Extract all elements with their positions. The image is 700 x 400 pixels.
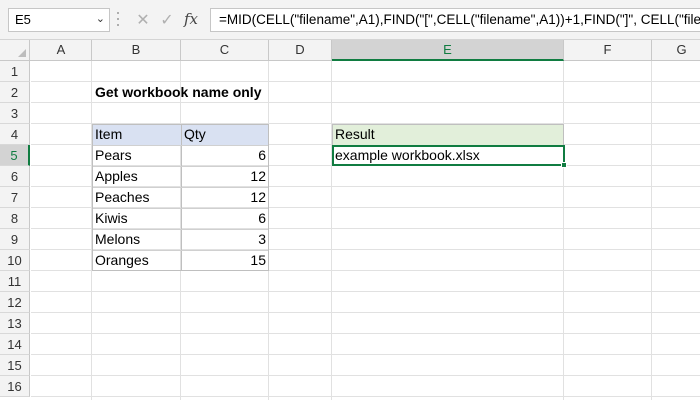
row-header-16[interactable]: 16: [0, 376, 30, 397]
select-all-icon: [18, 49, 26, 57]
column-header-row: A B C D E F G: [0, 40, 700, 61]
row-header-3[interactable]: 3: [0, 103, 30, 124]
row-header-8[interactable]: 8: [0, 208, 30, 229]
column-header-g[interactable]: G: [652, 40, 700, 60]
row-header-1[interactable]: 1: [0, 61, 30, 82]
formula-text: =MID(CELL("filename",A1),FIND("[",CELL("…: [219, 12, 700, 27]
row-header-11[interactable]: 11: [0, 271, 30, 292]
row-header-10[interactable]: 10: [0, 250, 30, 271]
column-header-a[interactable]: A: [31, 40, 92, 60]
formula-bar: E5 ⌄ ✕ ✓ fx =MID(CELL("filename",A1),FIN…: [0, 0, 700, 40]
enter-icon[interactable]: ✓: [158, 10, 176, 30]
row-header-4[interactable]: 4: [0, 124, 30, 145]
column-header-d[interactable]: D: [269, 40, 332, 60]
row-header-12[interactable]: 12: [0, 292, 30, 313]
row-header-5[interactable]: 5: [0, 145, 30, 166]
row-header-13[interactable]: 13: [0, 313, 30, 334]
active-cell-selection: [332, 145, 567, 168]
row-header-15[interactable]: 15: [0, 355, 30, 376]
row-header-9[interactable]: 9: [0, 229, 30, 250]
row-header-14[interactable]: 14: [0, 334, 30, 355]
drag-handle-icon[interactable]: [116, 12, 120, 28]
row-header-7[interactable]: 7: [0, 187, 30, 208]
fill-handle[interactable]: [561, 162, 567, 168]
formula-input[interactable]: =MID(CELL("filename",A1),FIND("[",CELL("…: [210, 8, 700, 32]
column-header-e[interactable]: E: [332, 40, 564, 61]
name-box[interactable]: E5 ⌄: [8, 8, 110, 32]
data-table-border: [92, 124, 269, 271]
cancel-icon[interactable]: ✕: [134, 10, 152, 30]
sheet-title[interactable]: Get workbook name only: [92, 82, 332, 103]
select-all-button[interactable]: [0, 40, 30, 60]
column-header-b[interactable]: B: [92, 40, 181, 60]
row-header-2[interactable]: 2: [0, 82, 30, 103]
insert-function-icon[interactable]: fx: [182, 10, 200, 30]
formula-buttons: ✕ ✓ fx: [128, 8, 208, 32]
name-box-value: E5: [15, 12, 31, 27]
column-header-c[interactable]: C: [181, 40, 269, 60]
row-header-6[interactable]: 6: [0, 166, 30, 187]
chevron-down-icon[interactable]: ⌄: [96, 12, 105, 25]
column-header-f[interactable]: F: [564, 40, 652, 60]
